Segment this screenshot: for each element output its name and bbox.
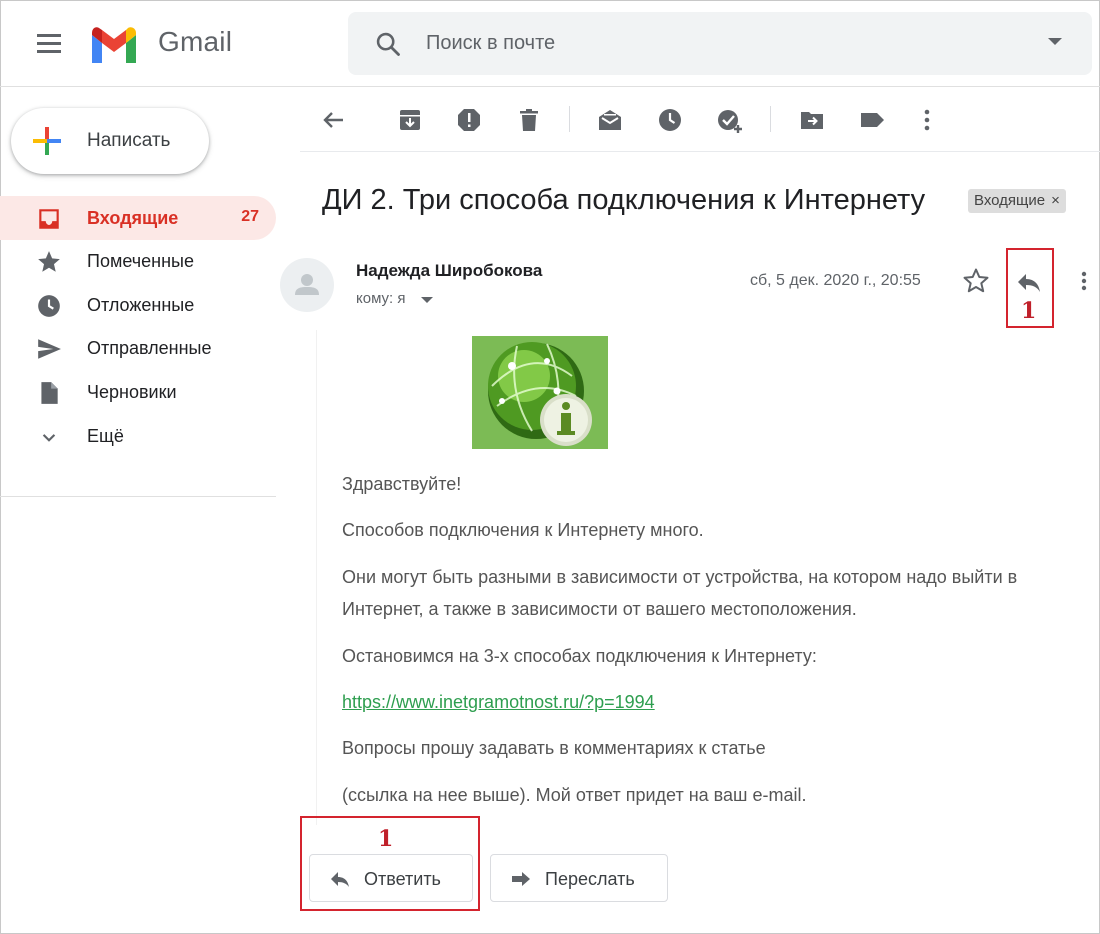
article-link[interactable]: https://www.inetgramotnost.ru/?p=1994 bbox=[342, 692, 655, 713]
move-to-button[interactable] bbox=[797, 105, 827, 135]
send-icon bbox=[38, 339, 61, 359]
body-paragraph: Они могут быть разными в зависимости от … bbox=[342, 567, 1018, 587]
compose-plus-icon bbox=[33, 127, 61, 155]
sidebar-item-more[interactable]: Ещё bbox=[0, 414, 276, 458]
chevron-down-icon bbox=[42, 434, 56, 442]
message-more-vert-icon[interactable] bbox=[1071, 266, 1097, 296]
remove-label-icon[interactable]: × bbox=[1051, 192, 1060, 209]
search-input[interactable] bbox=[426, 28, 986, 58]
show-details-caret-icon[interactable] bbox=[421, 297, 433, 303]
mark-unread-icon bbox=[599, 110, 621, 130]
search-icon[interactable] bbox=[374, 30, 402, 58]
body-paragraph: Способов подключения к Интернету много. bbox=[342, 520, 704, 540]
compose-button[interactable]: Написать bbox=[11, 108, 209, 174]
compose-label: Написать bbox=[87, 130, 171, 151]
mark-unread-button[interactable] bbox=[595, 105, 625, 135]
body-paragraph: Интернет, а также в зависимости от вашег… bbox=[342, 599, 857, 619]
clock-icon bbox=[38, 295, 60, 317]
forward-button-label: Переслать bbox=[545, 869, 635, 889]
back-arrow-icon bbox=[323, 112, 343, 128]
sidebar-item-label: Входящие bbox=[87, 208, 179, 228]
main-menu-icon[interactable] bbox=[37, 34, 61, 54]
label-chip-inbox[interactable]: Входящие × bbox=[968, 189, 1066, 213]
sidebar-item-sent[interactable]: Отправленные bbox=[0, 326, 276, 370]
body-paragraph: Здравствуйте! bbox=[342, 474, 462, 494]
sidebar-item-label: Помеченные bbox=[87, 251, 194, 271]
body-paragraph: (ссылка на нее выше). Мой ответ придет н… bbox=[342, 785, 807, 805]
toolbar-separator bbox=[770, 106, 771, 132]
sidebar-item-label: Черновики bbox=[87, 382, 177, 402]
more-vert-icon bbox=[924, 109, 930, 131]
more-actions-button[interactable] bbox=[912, 105, 942, 135]
delete-button[interactable] bbox=[514, 105, 544, 135]
move-to-icon bbox=[801, 112, 823, 129]
label-button[interactable] bbox=[857, 105, 887, 135]
sidebar-item-inbox[interactable]: Входящие 27 bbox=[0, 196, 276, 240]
inbox-icon bbox=[39, 209, 59, 229]
toolbar-divider bbox=[300, 151, 1100, 152]
sidebar-item-drafts[interactable]: Черновики bbox=[0, 370, 276, 414]
header-divider bbox=[0, 86, 1100, 87]
message-subject: ДИ 2. Три способа подключения к Интернет… bbox=[322, 184, 926, 216]
report-spam-button[interactable] bbox=[454, 105, 484, 135]
add-task-button[interactable] bbox=[714, 105, 744, 135]
label-icon bbox=[861, 113, 884, 127]
star-toggle-icon[interactable] bbox=[961, 266, 991, 296]
app-name[interactable]: Gmail bbox=[158, 26, 232, 58]
body-paragraph: Вопросы прошу задавать в комментариях к … bbox=[342, 738, 766, 758]
avatar[interactable] bbox=[280, 258, 334, 312]
snooze-button[interactable] bbox=[655, 105, 685, 135]
draft-icon bbox=[41, 382, 58, 404]
back-button[interactable] bbox=[318, 105, 348, 135]
sidebar-item-label: Отложенные bbox=[87, 295, 195, 315]
snooze-icon bbox=[659, 109, 681, 131]
sidebar-divider bbox=[0, 496, 276, 497]
message-date: сб, 5 дек. 2020 г., 20:55 bbox=[750, 272, 921, 289]
annotation-number: 1 bbox=[1021, 298, 1037, 324]
sender-name[interactable]: Надежда Широбокова bbox=[356, 261, 542, 281]
archive-button[interactable] bbox=[395, 105, 425, 135]
gmail-logo-icon[interactable] bbox=[88, 25, 140, 63]
forward-icon bbox=[512, 872, 530, 886]
sidebar-item-label: Ещё bbox=[87, 426, 124, 446]
report-spam-icon bbox=[458, 109, 480, 131]
star-icon bbox=[38, 251, 60, 272]
add-task-icon bbox=[718, 110, 742, 133]
unread-count-badge: 27 bbox=[241, 208, 259, 225]
body-paragraph: Остановимся на 3-х способах подключения … bbox=[342, 646, 817, 666]
info-globe-image bbox=[472, 336, 608, 449]
search-options-caret-icon[interactable] bbox=[1048, 38, 1062, 45]
delete-icon bbox=[520, 109, 538, 131]
archive-icon bbox=[400, 110, 420, 130]
annotation-number: 1 bbox=[378, 826, 394, 852]
sidebar-item-label: Отправленные bbox=[87, 338, 212, 358]
default-avatar-icon bbox=[295, 274, 319, 295]
search-bar[interactable] bbox=[348, 12, 1092, 75]
recipient-line: кому: я bbox=[356, 290, 406, 307]
toolbar-separator bbox=[569, 106, 570, 132]
sidebar-item-starred[interactable]: Помеченные bbox=[0, 239, 276, 283]
label-chip-text: Входящие bbox=[974, 192, 1046, 209]
forward-button[interactable]: Переслать bbox=[490, 854, 668, 902]
sidebar-item-snoozed[interactable]: Отложенные bbox=[0, 283, 276, 327]
